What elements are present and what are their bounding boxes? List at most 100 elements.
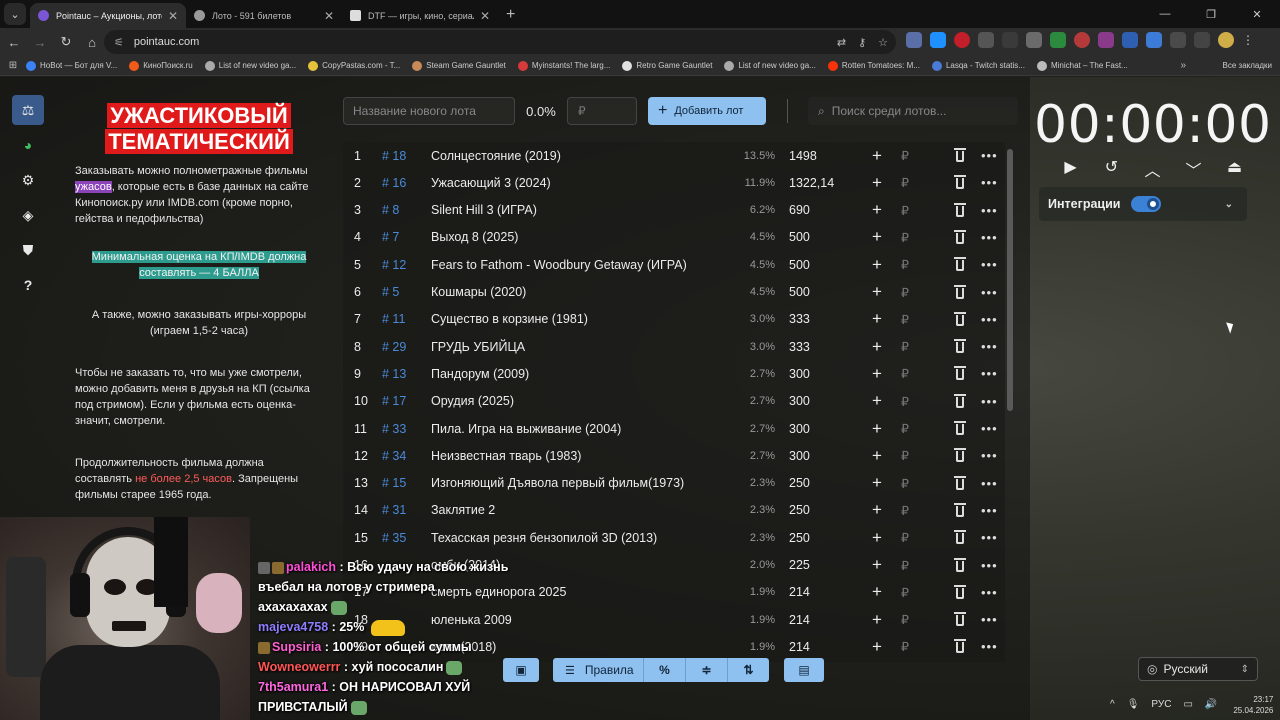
lot-id[interactable]: # 16 [382,176,406,190]
integrations-toggle[interactable] [1131,196,1161,212]
lot-row[interactable]: 1 # 18 Солнцестояние (2019) 13.5% 1498 + ₽ ••• [343,142,1005,169]
trash-icon[interactable] [954,175,966,190]
trash-icon[interactable] [954,612,966,627]
extension-icon[interactable] [954,32,970,48]
lot-name[interactable]: Техасская резня бензопилой 3D (2013) [431,531,657,545]
add-amount-icon[interactable]: + [872,227,882,247]
new-tab-icon[interactable]: + [506,6,515,24]
bookmark-item[interactable]: Retro Game Gauntlet [622,60,712,71]
add-amount-icon[interactable]: + [872,255,882,275]
lot-row[interactable]: 12 # 34 Неизвестная тварь (1983) 2.7% 300 + ₽ •… [343,442,1005,469]
bookmark-item[interactable]: Rotten Tomatoes: M... [827,60,920,71]
currency-input[interactable]: ₽ [901,639,909,654]
lot-row[interactable]: 10 # 17 Орудия (2025) 2.7% 300 + ₽ ••• [343,388,1005,415]
lot-name[interactable]: Кошмары (2020) [431,285,526,299]
back-icon[interactable]: ← [2,30,26,54]
lot-row[interactable]: 7 # 11 Существо в корзине (1981) 3.0% 333 + ₽ •… [343,306,1005,333]
more-options-icon[interactable]: ••• [981,585,998,600]
add-amount-icon[interactable]: + [872,173,882,193]
lot-amount[interactable]: 300 [789,422,810,436]
more-options-icon[interactable]: ••• [981,339,998,354]
more-options-icon[interactable]: ••• [981,394,998,409]
add-amount-icon[interactable]: + [872,309,882,329]
forward-icon[interactable]: → [28,30,52,54]
lot-name[interactable]: Пила. Игра на выживание (2004) [431,422,621,436]
reload-icon[interactable]: ↻ [54,30,78,54]
lot-amount[interactable]: 1498 [789,149,817,163]
lot-name[interactable]: Пандорум (2009) [431,367,529,381]
address-bar[interactable]: ⚟ pointauc.com ⇄ ⚷ ☆ [104,30,896,54]
chevron-up-icon[interactable]: ︿ [1132,157,1173,181]
trash-icon[interactable] [954,257,966,272]
lot-amount[interactable]: 500 [789,285,810,299]
lot-row[interactable]: 9 # 13 Пандорум (2009) 2.7% 300 + ₽ ••• [343,360,1005,387]
add-amount-icon[interactable]: + [872,473,882,493]
reading-list-icon[interactable] [1194,32,1210,48]
currency-input[interactable]: ₽ [901,230,909,245]
trash-icon[interactable] [954,475,966,490]
more-options-icon[interactable]: ••• [981,230,998,245]
percent-toggle-button[interactable]: % [643,658,685,682]
rules-button[interactable]: ☰ Правила [553,658,643,682]
chevron-down-icon[interactable]: ⌄ [1225,199,1233,210]
lot-id[interactable]: # 13 [382,367,406,381]
add-amount-icon[interactable]: + [872,282,882,302]
profile-avatar-icon[interactable] [1218,32,1234,48]
lot-id[interactable]: # 34 [382,449,406,463]
extension-icon[interactable] [1122,32,1138,48]
lot-row[interactable]: 14 # 31 Заклятие 2 2.3% 250 + ₽ ••• [343,497,1005,524]
close-window-icon[interactable]: ✕ [1234,0,1280,28]
taskbar-clock[interactable]: 23:17 25.04.2026 [1233,694,1273,716]
sort-button[interactable]: ⇅ [727,658,769,682]
currency-input[interactable]: ₽ [901,421,909,436]
lot-amount[interactable]: 214 [789,585,810,599]
currency-input[interactable]: ₽ [901,394,909,409]
compact-view-button[interactable]: ≑ [685,658,727,682]
bookmark-item[interactable]: КиноПоиск.ru [129,60,193,71]
restore-icon[interactable]: ❐ [1188,0,1234,28]
lot-row[interactable]: 3 # 8 Silent Hill 3 (ИГРА) 6.2% 690 + ₽ ••• [343,197,1005,224]
lot-amount[interactable]: 250 [789,503,810,517]
add-amount-icon[interactable]: + [872,500,882,520]
lot-name[interactable]: Выход 8 (2025) [431,230,518,244]
lot-amount[interactable]: 250 [789,476,810,490]
more-options-icon[interactable]: ••• [981,257,998,272]
lot-name[interactable]: Изгоняющий Дъявола первый фильм(1973) [431,476,684,490]
monitor-icon[interactable]: ▭ [1183,699,1192,710]
trash-icon[interactable] [954,557,966,572]
currency-input[interactable]: ₽ [901,612,909,627]
lot-search-input[interactable]: ⌕ Поиск среди лотов... [808,97,1018,125]
site-info-icon[interactable]: ⚟ [114,36,124,49]
currency-input[interactable]: ₽ [901,312,909,327]
reset-icon[interactable]: ↺ [1091,157,1132,181]
more-options-icon[interactable]: ••• [981,530,998,545]
lot-id[interactable]: # 8 [382,203,399,217]
trash-icon[interactable] [954,639,966,654]
currency-input[interactable]: ₽ [901,558,909,573]
shield-icon[interactable]: ⛊ [12,235,44,265]
trash-icon[interactable] [954,202,966,217]
add-amount-icon[interactable]: + [872,364,882,384]
lot-amount[interactable]: 300 [789,394,810,408]
help-icon[interactable]: ? [12,270,44,300]
lot-amount[interactable]: 300 [789,449,810,463]
tray-overflow-icon[interactable]: ^ [1110,699,1115,710]
lot-amount[interactable]: 225 [789,558,810,572]
lot-name[interactable]: Заклятие 2 [431,503,495,517]
more-options-icon[interactable]: ••• [981,612,998,627]
password-key-icon[interactable]: ⚷ [858,36,866,49]
lot-amount[interactable]: 333 [789,340,810,354]
trash-icon[interactable] [954,284,966,299]
lot-id[interactable]: # 35 [382,531,406,545]
bookmark-star-icon[interactable]: ☆ [878,36,888,49]
lot-name[interactable]: Солнцестояние (2019) [431,149,561,163]
add-amount-icon[interactable]: + [872,200,882,220]
currency-input[interactable]: ₽ [901,448,909,463]
more-options-icon[interactable]: ••• [981,421,998,436]
lot-name[interactable]: Fears to Fathom - Woodbury Getaway (ИГРА… [431,258,687,272]
lot-name[interactable]: Ужасающий 3 (2024) [431,176,551,190]
lot-row[interactable]: 8 # 29 ГРУДЬ УБИЙЦА 3.0% 333 + ₽ ••• [343,333,1005,360]
lot-name[interactable]: Неизвестная тварь (1983) [431,449,581,463]
lot-amount[interactable]: 214 [789,613,810,627]
more-options-icon[interactable]: ••• [981,448,998,463]
